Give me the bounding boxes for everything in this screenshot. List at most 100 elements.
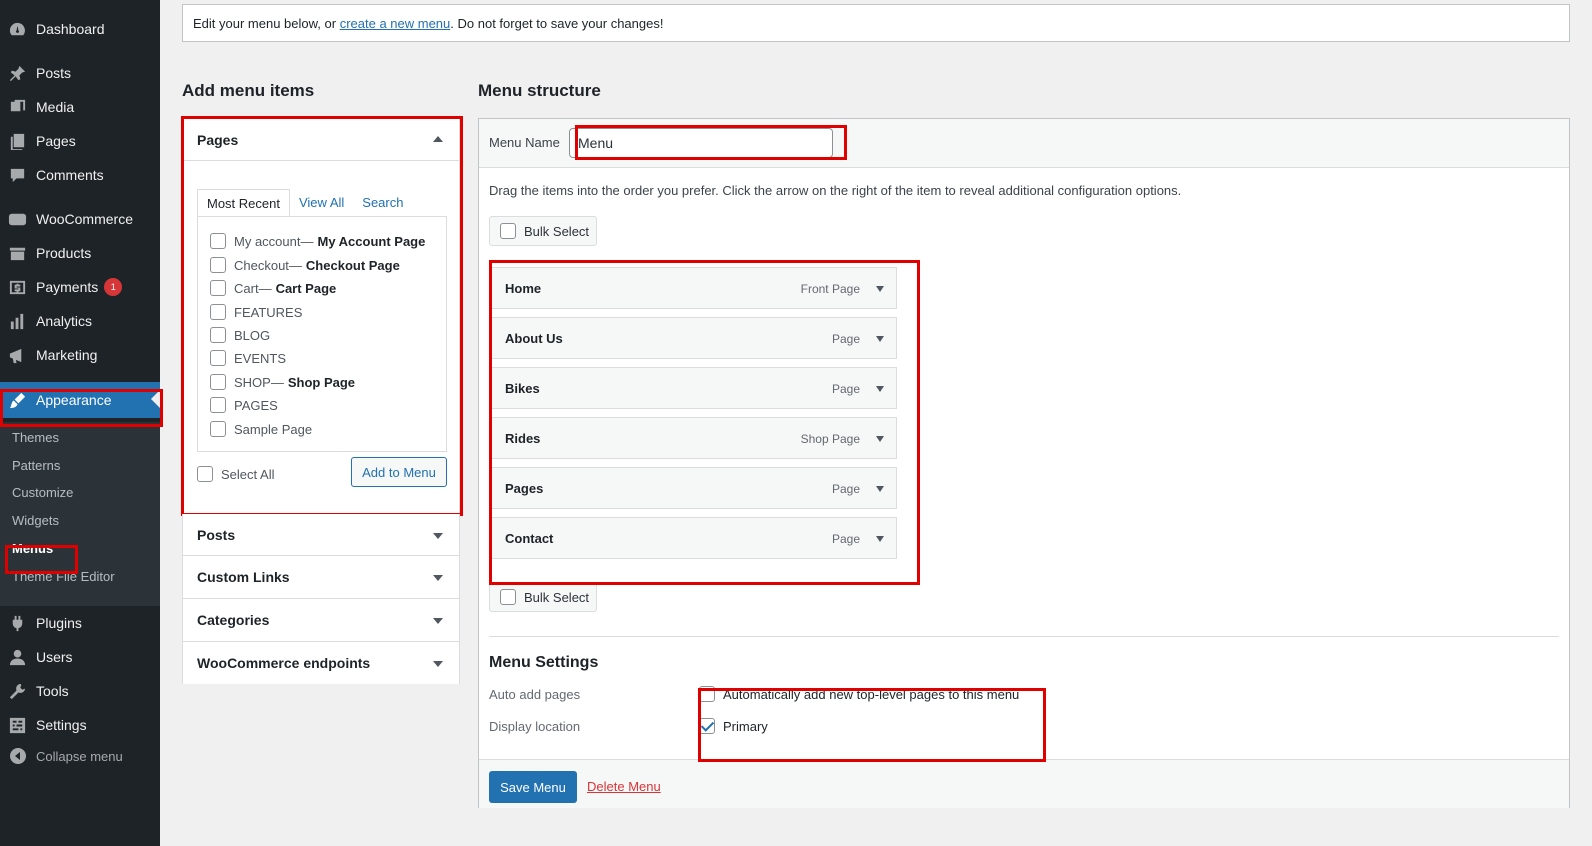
page-name: Sample Page [234,421,313,437]
primary-checkbox[interactable] [699,718,715,734]
submenu-themes[interactable]: Themes [12,430,59,445]
nav-label: Tools [36,683,69,699]
menu-item-title: Bikes [505,381,540,396]
item-toggle-icon[interactable] [876,336,884,342]
page-checkbox[interactable] [210,421,226,437]
item-toggle-icon[interactable] [876,286,884,292]
nav-pages[interactable]: Pages [0,124,160,158]
nav-marketing[interactable]: Marketing [0,338,160,372]
submenu-widgets[interactable]: Widgets [12,513,59,528]
page-option[interactable]: Cart — Cart Page [210,280,336,296]
page-checkbox[interactable] [210,397,226,413]
expand-arrow-icon [433,533,443,539]
nav-products[interactable]: Products [0,236,160,270]
marketing-icon [7,345,27,365]
other-sections: Posts Custom Links Categories WooCommerc… [182,514,460,684]
nav-settings[interactable]: Settings [0,708,160,742]
delete-menu-link[interactable]: Delete Menu [587,779,661,794]
posts-section-header[interactable]: Posts [183,514,459,556]
comments-icon [7,165,27,185]
custom-links-section-header[interactable]: Custom Links [183,556,459,599]
nav-posts[interactable]: Posts [0,56,160,90]
nav-label: Appearance [36,392,112,408]
item-toggle-icon[interactable] [876,536,884,542]
page-name: My account [234,233,301,249]
page-checkbox[interactable] [210,257,226,273]
page-checkbox[interactable] [210,304,226,320]
page-option[interactable]: BLOG [210,327,270,343]
page-checkbox[interactable] [210,233,226,249]
tab-search[interactable]: Search [353,189,412,218]
add-to-menu-button[interactable]: Add to Menu [351,457,447,487]
menu-settings-heading: Menu Settings [489,654,599,671]
submenu-patterns[interactable]: Patterns [12,458,60,473]
menu-item-title: Pages [505,481,544,496]
bulk-select-bottom[interactable]: Bulk Select [489,582,597,612]
page-name: Cart [234,280,259,296]
display-location-primary-option[interactable]: Primary [699,718,768,734]
item-toggle-icon[interactable] [876,386,884,392]
menu-name-input[interactable] [569,128,833,158]
page-tag: Cart Page [275,280,337,296]
auto-add-pages-option[interactable]: Automatically add new top-level pages to… [699,686,1019,702]
section-title: Custom Links [197,569,290,585]
create-new-menu-link[interactable]: create a new menu [340,16,451,31]
page-option[interactable]: EVENTS [210,350,286,366]
auto-add-pages-label: Auto add pages [489,687,581,702]
menu-item[interactable]: Home Front Page [489,267,897,309]
pages-section-header[interactable]: Pages [183,119,459,161]
bulk-select-checkbox[interactable] [500,223,516,239]
nav-appearance[interactable]: Appearance [0,382,160,418]
collapse-menu-button[interactable]: Collapse menu [0,748,123,764]
bulk-select-top[interactable]: Bulk Select [489,216,597,246]
auto-add-checkbox[interactable] [699,686,715,702]
users-icon [7,647,27,667]
nav-analytics[interactable]: Analytics [0,304,160,338]
nav-users[interactable]: Users [0,640,160,674]
nav-media[interactable]: Media [0,90,160,124]
page-option[interactable]: My account — My Account Page [210,233,425,249]
nav-comments[interactable]: Comments [0,158,160,192]
tab-most-recent[interactable]: Most Recent [197,189,290,218]
woocommerce-endpoints-section-header[interactable]: WooCommerce endpoints [183,642,459,684]
page-checkbox[interactable] [210,374,226,390]
nav-dashboard[interactable]: Dashboard [0,12,160,46]
page-sep: — [288,257,302,273]
nav-label: Dashboard [36,21,105,37]
item-toggle-icon[interactable] [876,436,884,442]
nav-tools[interactable]: Tools [0,674,160,708]
select-all[interactable]: Select All [197,466,274,482]
menu-item[interactable]: Contact Page [489,517,897,559]
menu-item[interactable]: Rides Shop Page [489,417,897,459]
categories-section-header[interactable]: Categories [183,599,459,642]
add-menu-items-heading: Add menu items [182,81,315,100]
page-option[interactable]: FEATURES [210,304,302,320]
nav-woocommerce[interactable]: WooCommerce [0,202,160,236]
nav-plugins[interactable]: Plugins [0,606,160,640]
collapse-arrow-icon [433,136,443,142]
page-option[interactable]: SHOP — Shop Page [210,374,355,390]
page-name: BLOG [234,327,271,343]
page-option[interactable]: PAGES [210,397,278,413]
page-checkbox[interactable] [210,327,226,343]
appearance-submenu: Themes Patterns Customize Widgets Menus … [0,422,160,606]
submenu-customize[interactable]: Customize [12,485,73,500]
nav-payments[interactable]: Payments 1 [0,270,160,304]
nav-label: Settings [36,717,87,733]
submenu-menus[interactable]: Menus [12,541,53,556]
item-toggle-icon[interactable] [876,486,884,492]
page-checkbox[interactable] [210,280,226,296]
tab-view-all[interactable]: View All [290,189,353,218]
select-all-checkbox[interactable] [197,466,213,482]
menu-item[interactable]: Bikes Page [489,367,897,409]
page-option[interactable]: Checkout — Checkout Page [210,257,400,273]
menu-item[interactable]: About Us Page [489,317,897,359]
page-option[interactable]: Sample Page [210,421,312,437]
page-name: SHOP [234,374,271,390]
nav-label: Analytics [36,313,93,329]
page-checkbox[interactable] [210,350,226,366]
bulk-select-checkbox[interactable] [500,589,516,605]
save-menu-button[interactable]: Save Menu [489,771,577,803]
submenu-theme-file-editor[interactable]: Theme File Editor [12,569,115,584]
menu-item[interactable]: Pages Page [489,467,897,509]
